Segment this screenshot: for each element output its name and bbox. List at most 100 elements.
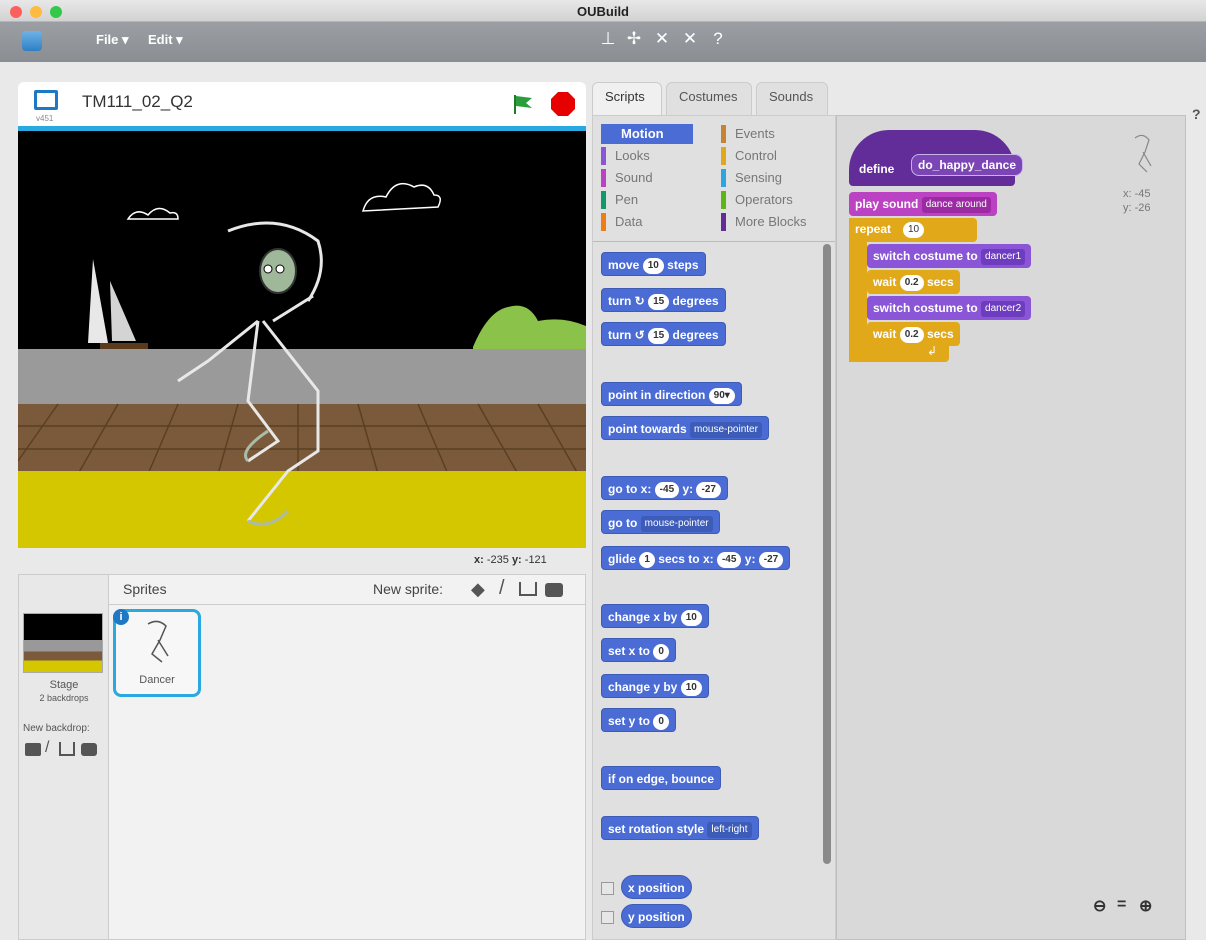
target-dropdown[interactable]: mouse-pointer bbox=[640, 515, 713, 532]
category-data[interactable]: Data bbox=[601, 212, 701, 232]
help-panel-icon[interactable]: ? bbox=[1192, 106, 1201, 122]
turn-left-block[interactable]: turn ↺ 15 degrees bbox=[601, 322, 726, 346]
direction-input[interactable]: 90▾ bbox=[708, 387, 735, 404]
zoom-out-icon[interactable]: ⊖ bbox=[1093, 896, 1106, 916]
palette-scrollbar[interactable] bbox=[823, 244, 831, 864]
category-events[interactable]: Events bbox=[721, 124, 821, 144]
x-input[interactable]: -45 bbox=[654, 481, 680, 498]
costume-dropdown[interactable]: dancer1 bbox=[981, 248, 1026, 265]
number-input[interactable]: 10 bbox=[680, 679, 702, 696]
wait-block[interactable]: wait 0.2 secs bbox=[867, 322, 960, 346]
number-input[interactable]: 10 bbox=[642, 257, 664, 274]
category-pen[interactable]: Pen bbox=[601, 190, 701, 210]
switch-costume-block[interactable]: switch costume to dancer1 bbox=[867, 244, 1032, 268]
x-position-checkbox[interactable] bbox=[601, 882, 614, 895]
block-text: secs bbox=[926, 327, 954, 341]
block-text: set y to bbox=[608, 714, 651, 728]
number-input[interactable]: 15 bbox=[648, 293, 670, 310]
move-icon[interactable]: ✢ bbox=[624, 29, 644, 49]
target-dropdown[interactable]: mouse-pointer bbox=[690, 421, 762, 438]
x-input[interactable]: -45 bbox=[716, 551, 742, 568]
upload-sprite-icon[interactable] bbox=[519, 582, 537, 596]
stage-canvas[interactable] bbox=[18, 126, 586, 548]
switch-costume-block[interactable]: switch costume to dancer2 bbox=[867, 296, 1032, 320]
zoom-reset-icon[interactable]: = bbox=[1117, 896, 1126, 914]
turn-right-block[interactable]: turn ↻ 15 degrees bbox=[601, 288, 726, 312]
move-steps-block[interactable]: move 10 steps bbox=[601, 252, 706, 276]
scripts-area[interactable]: define do_happy_dance play sound dance a… bbox=[836, 115, 1186, 940]
category-more-blocks[interactable]: More Blocks bbox=[721, 212, 831, 232]
number-input[interactable]: 10 bbox=[680, 609, 702, 626]
sprite-tile[interactable]: i Dancer bbox=[113, 609, 201, 697]
custom-block-name[interactable]: do_happy_dance bbox=[911, 154, 1024, 176]
help-icon[interactable]: ? bbox=[708, 29, 728, 49]
y-input[interactable]: -27 bbox=[696, 481, 721, 498]
glide-block[interactable]: glide 1 secs to x: -45 y: -27 bbox=[601, 546, 791, 570]
paint-sprite-icon[interactable]: / bbox=[499, 577, 505, 600]
category-operators[interactable]: Operators bbox=[721, 190, 821, 210]
repeat-count-input[interactable]: 10 bbox=[903, 222, 925, 238]
rotation-dropdown[interactable]: left-right bbox=[707, 821, 752, 838]
category-motion[interactable]: Motion bbox=[601, 124, 693, 144]
tab-scripts[interactable]: Scripts bbox=[592, 82, 662, 116]
sound-dropdown[interactable]: dance around bbox=[921, 196, 991, 213]
green-flag-icon[interactable] bbox=[512, 92, 536, 116]
shrink-icon[interactable]: ✕ bbox=[680, 29, 700, 49]
tab-costumes[interactable]: Costumes bbox=[666, 82, 752, 116]
set-x-block[interactable]: set x to 0 bbox=[601, 638, 676, 662]
costume-dropdown[interactable]: dancer2 bbox=[981, 300, 1026, 317]
go-to-xy-block[interactable]: go to x: -45 y: -27 bbox=[601, 476, 728, 500]
window-titlebar: OUBuild bbox=[0, 0, 1206, 22]
mouse-y: -121 bbox=[524, 554, 547, 566]
number-input[interactable]: 15 bbox=[648, 327, 670, 344]
block-text: point in direction bbox=[608, 388, 706, 402]
category-looks[interactable]: Looks bbox=[601, 146, 701, 166]
backdrop-library-icon[interactable] bbox=[25, 743, 41, 756]
block-text: degrees bbox=[672, 294, 719, 308]
sprite-library-icon[interactable]: ◆ bbox=[471, 579, 485, 600]
wait-input[interactable]: 0.2 bbox=[899, 326, 924, 343]
stage-thumbnail[interactable] bbox=[23, 613, 103, 673]
paint-backdrop-icon[interactable]: / bbox=[45, 739, 49, 757]
number-input[interactable]: 0 bbox=[653, 643, 669, 660]
stage-header: v451 TM111_02_Q2 bbox=[18, 82, 586, 126]
change-x-block[interactable]: change x by 10 bbox=[601, 604, 709, 628]
y-position-reporter[interactable]: y position bbox=[621, 904, 692, 928]
stamp-icon[interactable]: ⊥ bbox=[598, 29, 618, 49]
y-position-checkbox[interactable] bbox=[601, 911, 614, 924]
camera-sprite-icon[interactable] bbox=[545, 583, 563, 597]
category-sound[interactable]: Sound bbox=[601, 168, 701, 188]
define-hat-block[interactable]: define do_happy_dance bbox=[849, 130, 1024, 186]
point-towards-block[interactable]: point towards mouse-pointer bbox=[601, 416, 769, 440]
set-y-block[interactable]: set y to 0 bbox=[601, 708, 676, 732]
category-sensing[interactable]: Sensing bbox=[721, 168, 821, 188]
play-sound-block[interactable]: play sound dance around bbox=[849, 192, 997, 216]
stop-icon[interactable] bbox=[550, 91, 576, 117]
edit-menu[interactable]: Edit ▾ bbox=[148, 32, 183, 48]
y-input[interactable]: -27 bbox=[758, 551, 784, 568]
tab-sounds[interactable]: Sounds bbox=[756, 82, 828, 116]
go-to-block[interactable]: go to mouse-pointer bbox=[601, 510, 720, 534]
info-icon[interactable]: i bbox=[113, 609, 129, 625]
camera-backdrop-icon[interactable] bbox=[81, 743, 97, 756]
zoom-in-icon[interactable]: ⊕ bbox=[1139, 896, 1152, 916]
presentation-mode-icon[interactable] bbox=[34, 90, 58, 110]
x-position-reporter[interactable]: x position bbox=[621, 875, 692, 899]
category-control[interactable]: Control bbox=[721, 146, 821, 166]
grow-icon[interactable]: ✕ bbox=[652, 29, 672, 49]
point-direction-block[interactable]: point in direction 90▾ bbox=[601, 382, 742, 406]
mouse-coords: x: -235 y: -121 bbox=[474, 554, 547, 566]
wait-input[interactable]: 0.2 bbox=[899, 274, 924, 291]
project-name[interactable]: TM111_02_Q2 bbox=[82, 92, 193, 112]
change-y-block[interactable]: change y by 10 bbox=[601, 674, 709, 698]
bounce-block[interactable]: if on edge, bounce bbox=[601, 766, 722, 790]
number-input[interactable]: 0 bbox=[653, 713, 669, 730]
secs-input[interactable]: 1 bbox=[639, 551, 655, 568]
rotate-cw-icon: ↻ bbox=[634, 294, 645, 308]
upload-backdrop-icon[interactable] bbox=[59, 742, 75, 756]
wait-block[interactable]: wait 0.2 secs bbox=[867, 270, 960, 294]
app-logo-icon[interactable] bbox=[22, 31, 42, 51]
file-menu[interactable]: File ▾ bbox=[96, 32, 129, 48]
version-label: v451 bbox=[36, 114, 54, 123]
rotation-style-block[interactable]: set rotation style left-right bbox=[601, 816, 759, 840]
